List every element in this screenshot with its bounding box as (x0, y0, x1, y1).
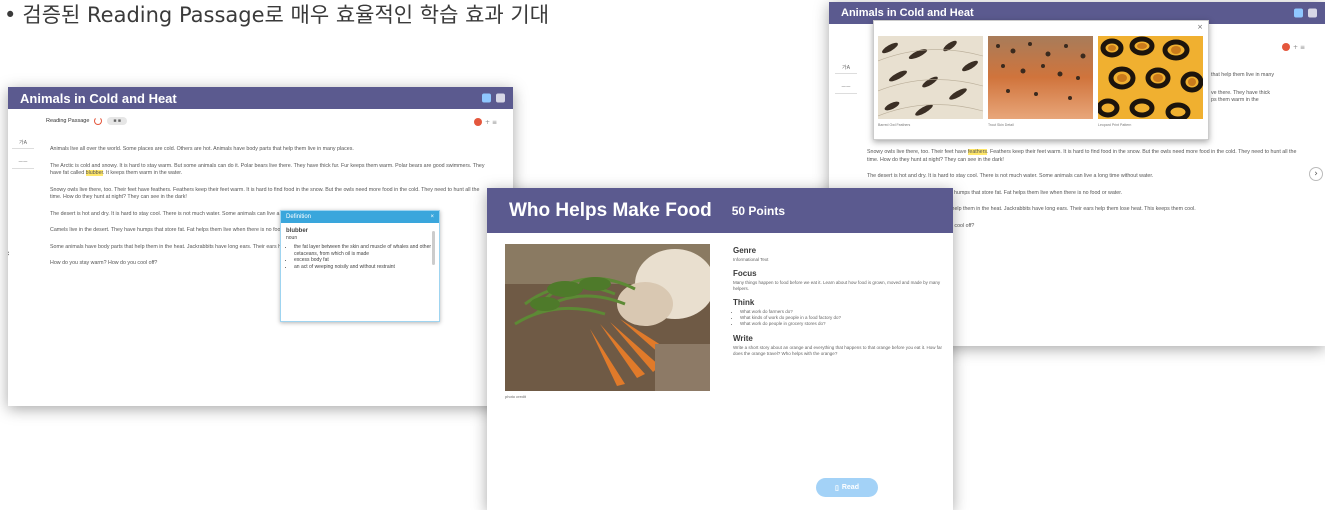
zoom-dot-icon[interactable] (1282, 43, 1291, 51)
genre-value: Informational Text (733, 257, 769, 262)
prev-arrow-icon[interactable]: ‹ (8, 247, 15, 261)
reading-passage-label: Reading Passage (46, 118, 90, 124)
cover-photo (505, 244, 710, 391)
book-icon[interactable] (1294, 8, 1303, 18)
line-spacing-tab[interactable]: ㅡㅡ (12, 157, 34, 169)
left-titlebar: Animals in Cold and Heat (8, 87, 513, 109)
middle-screenshot: Who Helps Make Food 50 Points photo cred… (487, 188, 953, 510)
photo-caption: photo credit (505, 394, 526, 399)
definition-item: an act of weeping noisily and without re… (294, 264, 434, 271)
book-icon[interactable] (482, 93, 491, 103)
font-size-tab[interactable]: 가A (835, 62, 857, 74)
highlighted-word[interactable]: feathers (967, 149, 988, 155)
passage-paragraph: Animals live all over the world. Some pl… (50, 146, 354, 152)
passage-paragraph: Snowy owls live there, too. Their feet h… (50, 186, 480, 201)
next-arrow-icon[interactable]: › (1309, 167, 1323, 181)
right-title: Animals in Cold and Heat (841, 7, 974, 19)
left-screenshot: Animals in Cold and Heat 가A ㅡㅡ Reading P… (8, 87, 513, 406)
definition-popup: Definition × blubber noun the fat layer … (280, 210, 440, 322)
leopard-print-image[interactable] (1098, 36, 1203, 119)
menu-icon[interactable] (1308, 8, 1317, 18)
image-caption: Trout Skin Detail (988, 123, 1014, 127)
definition-pos: noun (286, 234, 298, 241)
middle-title: Who Helps Make Food (509, 199, 712, 221)
feather-image[interactable] (878, 36, 983, 119)
close-icon[interactable]: × (430, 214, 434, 220)
book-icon: ▯ (835, 484, 839, 492)
right-zoom-control[interactable]: + ≡ (1282, 43, 1305, 51)
headline: • 검증된 Reading Passage로 매우 효율적인 학습 효과 기대 (4, 0, 549, 30)
left-title: Animals in Cold and Heat (20, 90, 177, 106)
passage-paragraph: The Arctic is cold and snowy. It is hard… (50, 162, 485, 176)
think-list: What work do farmers do? What kinds of w… (740, 309, 943, 327)
think-heading: Think (733, 298, 755, 307)
bullet: • (4, 3, 17, 27)
menu-icon[interactable] (496, 93, 505, 103)
read-button[interactable]: ▯ Read (816, 478, 878, 497)
write-heading: Write (733, 334, 753, 343)
definition-item: the fat layer between the skin and muscl… (294, 244, 434, 257)
write-text: Write a short story about an orange and … (733, 345, 943, 356)
think-item: What work do people in grocery stores do… (740, 321, 943, 327)
passage-paragraph: Snowy owls live there, too. Their feet h… (867, 149, 1297, 163)
highlighted-word[interactable]: blubber (85, 170, 104, 176)
left-toolbar: Reading Passage ■ ■ (46, 117, 127, 125)
image-popup: × Barred Owl Feathers Trout Skin Detail … (873, 20, 1209, 140)
headline-text: 검증된 Reading Passage로 매우 효율적인 학습 효과 기대 (22, 3, 550, 27)
toolbar-pill[interactable]: ■ ■ (107, 117, 127, 125)
left-zoom-control[interactable]: + ≡ (474, 118, 497, 126)
image-caption: Barred Owl Feathers (878, 123, 911, 127)
focus-text: Many things happen to food before we eat… (733, 280, 941, 291)
definition-scrollbar[interactable] (432, 231, 435, 265)
line-spacing-tab[interactable]: ㅡㅡ (835, 82, 857, 94)
points-label: 50 Points (731, 203, 786, 218)
definition-header: Definition × (281, 211, 439, 223)
genre-heading: Genre (733, 246, 757, 255)
close-icon[interactable]: × (1197, 23, 1203, 31)
focus-heading: Focus (733, 269, 757, 278)
middle-titlebar: Who Helps Make Food 50 Points (487, 188, 953, 233)
refresh-icon[interactable] (94, 117, 103, 125)
font-size-tab[interactable]: 가A (12, 137, 34, 149)
fish-skin-image[interactable] (988, 36, 1093, 119)
zoom-dot-icon[interactable] (474, 118, 483, 126)
passage-paragraph: The desert is hot and dry. It is hard to… (867, 173, 1154, 179)
book-info-panel: Genre Informational Text Focus Many thin… (733, 246, 943, 363)
partial-text: that help them live in many ve there. Th… (1211, 72, 1275, 103)
image-caption: Leopard Print Pattern (1098, 123, 1132, 127)
